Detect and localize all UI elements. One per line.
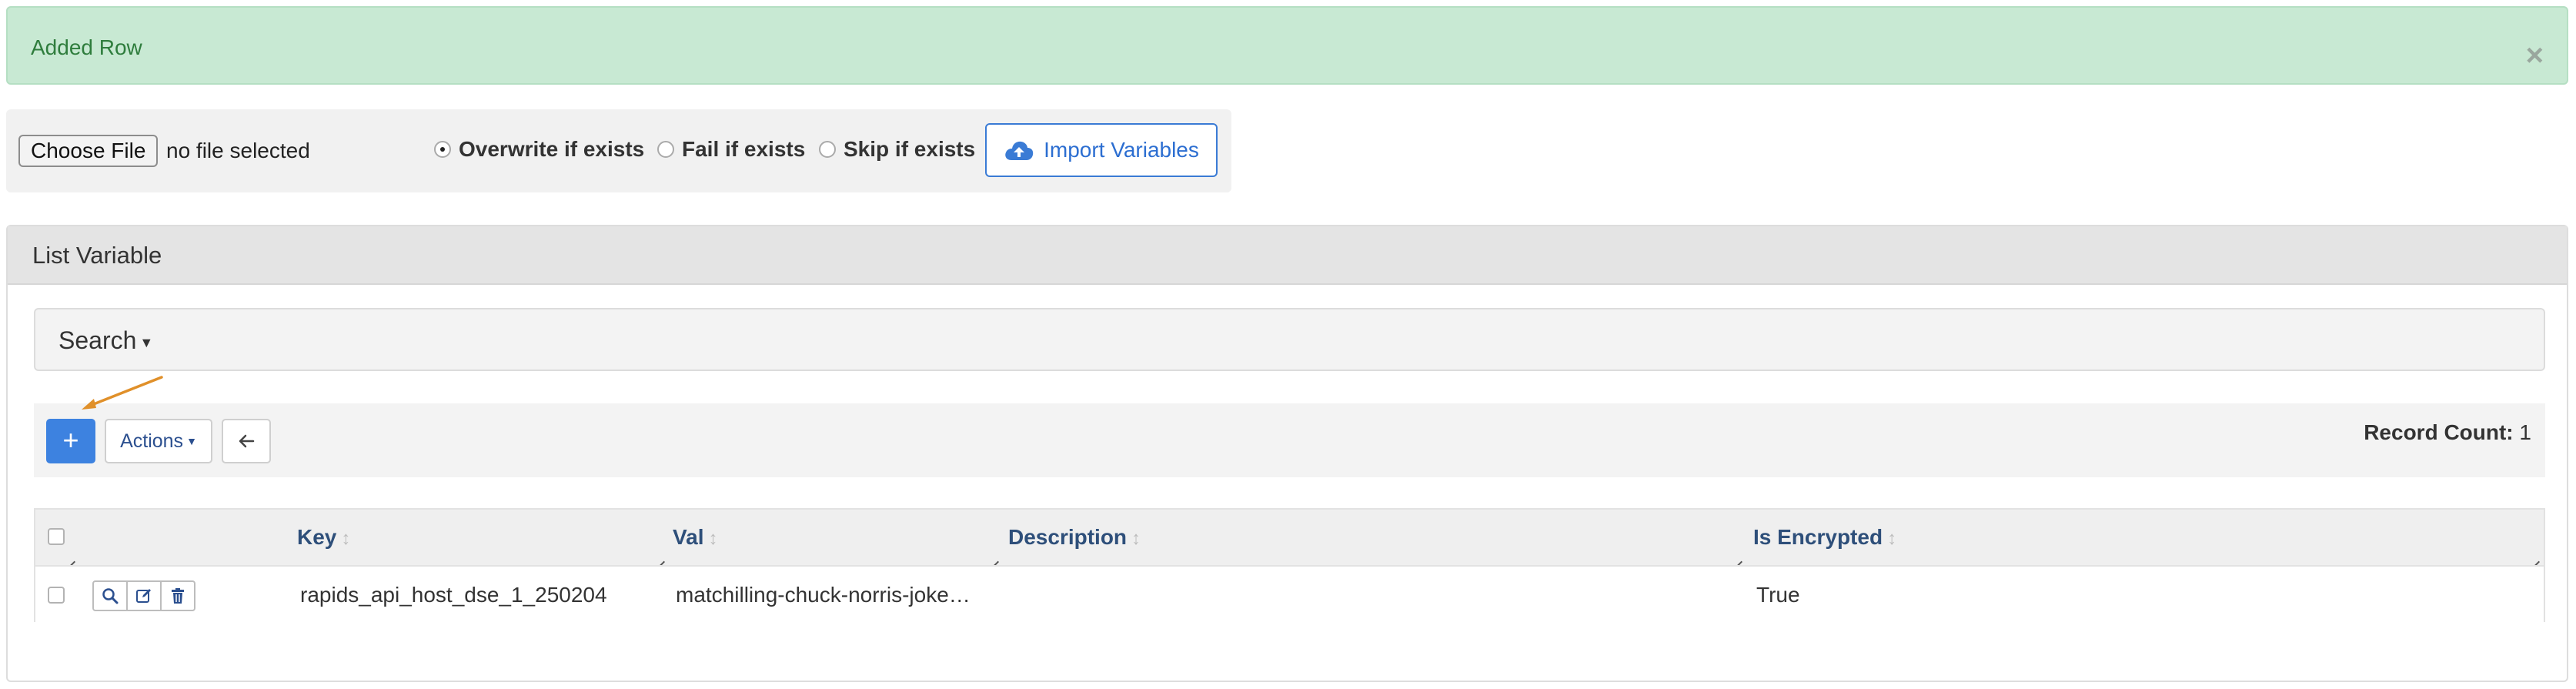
cell-is-encrypted: True — [1756, 583, 1800, 607]
success-alert: Added Row × — [6, 6, 2568, 85]
edit-button[interactable] — [126, 580, 162, 611]
radio-overwrite[interactable]: Overwrite if exists — [434, 135, 644, 163]
variables-table: Key↕ Val↕ Description↕ Is Encrypted↕ — [34, 508, 2545, 622]
radio-label-skip: Skip if exists — [844, 137, 976, 161]
cell-key: rapids_api_host_dse_1_250204 — [300, 583, 607, 607]
column-label-is-encrypted: Is Encrypted — [1753, 525, 1883, 549]
record-count-label: Record Count: — [2364, 420, 2514, 444]
column-label-val: Val — [673, 525, 704, 549]
trash-icon — [172, 588, 184, 604]
import-form: Choose File no file selected Overwrite i… — [6, 109, 1231, 192]
radio-fail[interactable]: Fail if exists — [657, 135, 805, 163]
edit-icon — [136, 589, 151, 603]
row-checkbox[interactable] — [48, 587, 65, 604]
record-count-value: 1 — [2519, 420, 2531, 444]
cloud-upload-icon — [1005, 141, 1034, 160]
record-count: Record Count: 1 — [2364, 420, 2531, 445]
sort-icon[interactable]: ↕ — [1131, 528, 1141, 549]
column-resize-handle[interactable] — [990, 553, 999, 562]
list-variable-panel: List Variable Search ▼ + Actions ▼ Record… — [6, 225, 2568, 682]
back-button[interactable] — [222, 419, 271, 463]
file-status: no file selected — [166, 139, 310, 162]
column-resize-handle[interactable] — [66, 553, 75, 562]
radio-button[interactable] — [657, 141, 674, 158]
import-button-label: Import Variables — [1044, 138, 1199, 162]
column-header-val[interactable]: Val ↕ — [673, 510, 717, 567]
close-icon[interactable]: × — [2526, 8, 2544, 103]
choose-file-button[interactable]: Choose File — [18, 135, 159, 167]
panel-title: List Variable — [8, 226, 2567, 285]
column-label-key: Key — [297, 525, 337, 549]
radio-skip[interactable]: Skip if exists — [819, 135, 975, 163]
select-all-checkbox[interactable] — [48, 528, 65, 545]
sort-icon[interactable]: ↕ — [708, 528, 717, 549]
actions-dropdown[interactable]: Actions ▼ — [105, 419, 212, 463]
search-label-wrap: Search ▼ — [58, 309, 153, 373]
radio-label-fail: Fail if exists — [682, 137, 806, 161]
search-label: Search — [58, 326, 137, 354]
annotation-arrow — [82, 376, 163, 410]
radio-button-checked[interactable] — [434, 141, 451, 158]
view-button[interactable] — [92, 580, 128, 611]
radio-button[interactable] — [819, 141, 836, 158]
import-variables-button[interactable]: Import Variables — [985, 123, 1218, 177]
sort-icon[interactable]: ↕ — [1887, 528, 1896, 549]
search-toggle[interactable]: Search ▼ — [34, 308, 2545, 371]
column-header-is-encrypted[interactable]: Is Encrypted ↕ — [1753, 510, 1896, 567]
sort-icon[interactable]: ↕ — [341, 528, 350, 549]
alert-message: Added Row — [31, 35, 142, 59]
column-resize-handle[interactable] — [1733, 553, 1742, 562]
column-resize-handle[interactable] — [2531, 553, 2540, 562]
column-header-key[interactable]: Key ↕ — [297, 510, 350, 567]
row-action-buttons — [92, 580, 195, 611]
column-resize-handle[interactable] — [656, 553, 665, 562]
arrow-left-icon — [239, 434, 255, 448]
delete-button[interactable] — [160, 580, 195, 611]
add-button[interactable]: + — [46, 419, 95, 463]
table-toolbar: + Actions ▼ Record Count: 1 — [34, 403, 2545, 477]
caret-down-icon: ▼ — [139, 334, 154, 350]
table-header: Key ↕ Val ↕ Description ↕ Is Encrypted ↕ — [35, 510, 2544, 565]
actions-label: Actions — [120, 430, 184, 452]
search-icon — [102, 588, 119, 604]
column-header-description[interactable]: Description ↕ — [1008, 510, 1141, 567]
caret-down-icon: ▼ — [186, 435, 197, 447]
column-label-description: Description — [1008, 525, 1128, 549]
radio-label-overwrite: Overwrite if exists — [459, 137, 645, 161]
table-row: rapids_api_host_dse_1_250204 matchilling… — [35, 565, 2544, 622]
cell-val: matchilling-chuck-norris-joke… — [676, 583, 971, 607]
